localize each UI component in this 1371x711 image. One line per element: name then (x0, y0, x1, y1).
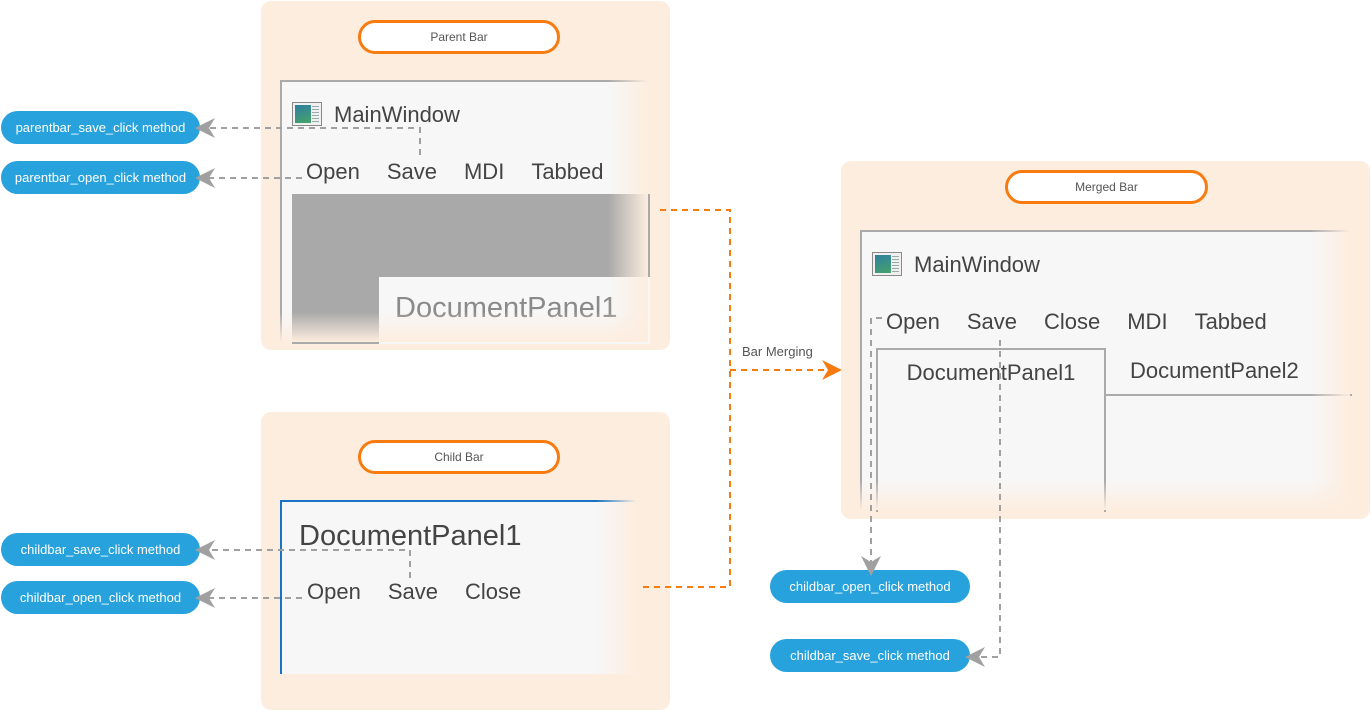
method-childbar-save-merged: childbar_save_click method (770, 639, 970, 672)
menu-item-mdi[interactable]: MDI (464, 159, 504, 185)
window-title: MainWindow (914, 252, 1040, 277)
child-document-window: DocumentPanel1 Open Save Close (280, 500, 636, 674)
method-childbar-open: childbar_open_click method (1, 581, 200, 614)
child-bar-label: Child Bar (358, 440, 560, 474)
window-title: MainWindow (334, 102, 460, 127)
merged-main-window: MainWindow Open Save Close MDI Tabbed Do… (860, 230, 1352, 512)
menu-item-open[interactable]: Open (886, 309, 940, 335)
method-parentbar-open: parentbar_open_click method (1, 161, 200, 194)
menu-item-tabbed[interactable]: Tabbed (1195, 309, 1267, 335)
document-title: DocumentPanel1 (299, 520, 522, 552)
parent-main-window: MainWindow Open Save MDI Tabbed Document… (280, 80, 650, 344)
menu-item-mdi[interactable]: MDI (1127, 309, 1167, 335)
menu-item-close[interactable]: Close (465, 579, 521, 605)
method-childbar-save: childbar_save_click method (1, 533, 200, 566)
menu-item-save[interactable]: Save (967, 309, 1017, 335)
app-window-icon (872, 252, 902, 276)
method-parentbar-save: parentbar_save_click method (1, 111, 200, 144)
child-menu-bar: Open Save Close (307, 579, 548, 605)
menu-item-save[interactable]: Save (387, 159, 437, 185)
merged-menu-bar: Open Save Close MDI Tabbed (886, 309, 1294, 335)
merged-bar-label: Merged Bar (1005, 170, 1208, 204)
menu-item-close[interactable]: Close (1044, 309, 1100, 335)
method-childbar-open-merged: childbar_open_click method (770, 570, 970, 603)
menu-item-save[interactable]: Save (388, 579, 438, 605)
menu-item-tabbed[interactable]: Tabbed (531, 159, 603, 185)
menu-item-open[interactable]: Open (306, 159, 360, 185)
parent-menu-bar: Open Save MDI Tabbed (306, 159, 631, 185)
app-window-icon (292, 102, 322, 126)
menu-item-open[interactable]: Open (307, 579, 361, 605)
parent-bar-label: Parent Bar (358, 20, 560, 54)
bar-merging-label: Bar Merging (742, 344, 813, 359)
